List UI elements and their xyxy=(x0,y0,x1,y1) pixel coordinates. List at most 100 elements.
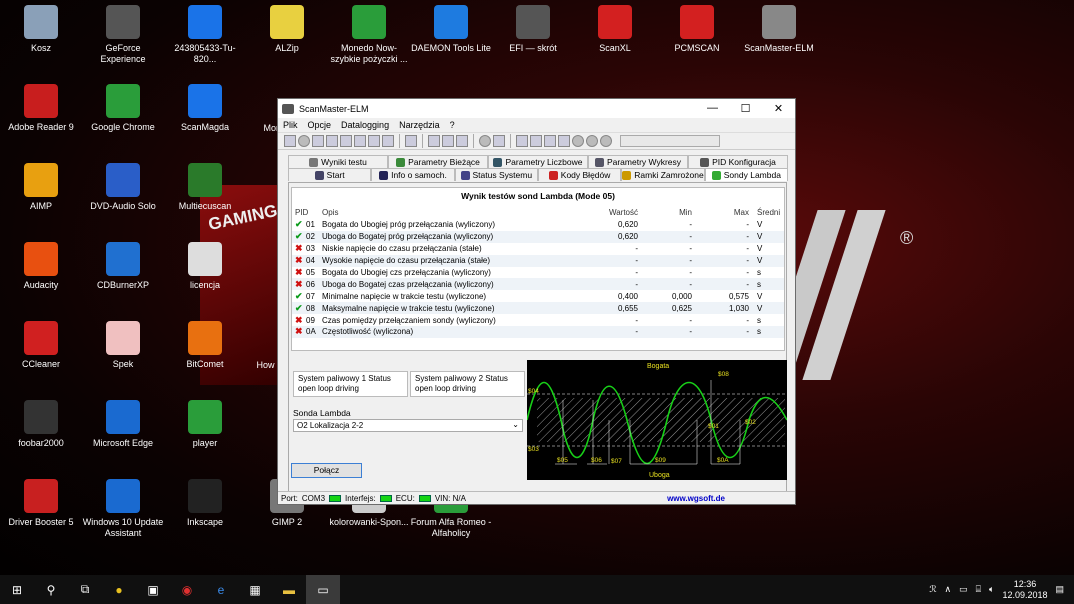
website-link[interactable]: www.wgsoft.de xyxy=(667,494,725,503)
network-icon[interactable]: ⌸ xyxy=(976,584,981,595)
desktop-icon[interactable]: Kosz xyxy=(0,5,82,54)
maximize-button[interactable]: ☐ xyxy=(729,102,762,115)
tool-grid-icon[interactable] xyxy=(326,135,338,147)
chevron-up-icon[interactable]: ∧ xyxy=(945,584,952,595)
taskbar-calculator-icon[interactable]: ▦ xyxy=(238,575,272,604)
header-pid[interactable]: PID xyxy=(292,208,321,217)
clock[interactable]: 12:36 12.09.2018 xyxy=(1002,579,1047,601)
desktop-icon[interactable]: BitComet xyxy=(164,321,246,370)
tab-status-systemu[interactable]: Status Systemu xyxy=(454,168,538,181)
desktop-icon[interactable]: AIMP xyxy=(0,163,82,212)
desktop-icon[interactable]: licencja xyxy=(164,242,246,291)
tab-parametry-bieżące[interactable]: Parametry Bieżące xyxy=(388,155,488,168)
desktop-icon[interactable]: Microsoft Edge xyxy=(82,400,164,449)
tool-copy-icon[interactable] xyxy=(405,135,417,147)
taskbar-msi-icon[interactable]: ◉ xyxy=(170,575,204,604)
tab-wyniki-testu[interactable]: Wyniki testu xyxy=(288,155,388,168)
tool-chart-icon[interactable] xyxy=(354,135,366,147)
desktop-icon[interactable]: Spek xyxy=(82,321,164,370)
taskbar-edge-icon[interactable]: e xyxy=(204,575,238,604)
desktop-icon[interactable]: Audacity xyxy=(0,242,82,291)
desktop-icon[interactable]: Inkscape xyxy=(164,479,246,528)
tool-print-icon[interactable] xyxy=(530,135,542,147)
desktop-icon[interactable]: Driver Booster 5 xyxy=(0,479,82,528)
tool-connect-icon[interactable] xyxy=(284,135,296,147)
window-titlebar[interactable]: ScanMaster-ELM — ☐ ✕ xyxy=(278,99,795,118)
tool-person-icon[interactable] xyxy=(368,135,380,147)
battery-icon[interactable]: ▭ xyxy=(959,584,968,595)
header-wartosc[interactable]: Wartość xyxy=(584,208,638,217)
tool-play-icon[interactable] xyxy=(600,135,612,147)
close-button[interactable]: ✕ xyxy=(762,102,795,115)
volume-icon[interactable]: 🔈︎ xyxy=(989,584,994,595)
notifications-icon[interactable]: ▤ xyxy=(1055,584,1064,595)
table-row[interactable]: ✖ 09 Czas pomiędzy przełączaniem sondy (w… xyxy=(292,314,784,326)
taskbar-scanmaster-icon[interactable]: ▭ xyxy=(306,575,340,604)
tool-page-icon[interactable] xyxy=(312,135,324,147)
tool-comment-icon[interactable] xyxy=(428,135,440,147)
connect-button[interactable]: Połącz xyxy=(291,463,362,478)
table-row[interactable]: ✖ 03 Niskie napięcie do czasu przełączani… xyxy=(292,243,784,255)
desktop-icon[interactable]: ScanXL xyxy=(574,5,656,54)
table-row[interactable]: ✔ 08 Maksymalne napięcie w trakcie testu … xyxy=(292,302,784,315)
pen-icon[interactable]: ℛ xyxy=(929,584,936,595)
menu-help[interactable]: ? xyxy=(450,120,455,130)
tab-start[interactable]: Start xyxy=(288,168,372,181)
desktop-icon[interactable]: DVD-Audio Solo xyxy=(82,163,164,212)
desktop-icon[interactable]: Windows 10 Update Assistant xyxy=(82,479,164,539)
table-row[interactable]: ✖ 05 Bogata do Ubogiej czs przełączania (… xyxy=(292,267,784,279)
desktop-icon[interactable]: player xyxy=(164,400,246,449)
menu-plik[interactable]: Plik xyxy=(283,120,298,130)
desktop-icon[interactable]: CDBurnerXP xyxy=(82,242,164,291)
tool-monitor-icon[interactable] xyxy=(442,135,454,147)
tool-table-icon[interactable] xyxy=(340,135,352,147)
table-row[interactable]: ✔ 07 Minimalne napięcie w trakcie testu (… xyxy=(292,290,784,302)
desktop-icon[interactable]: Multiecuscan xyxy=(164,163,246,212)
table-row[interactable]: ✖ 0A Częstotliwość (wyliczona) - - - s xyxy=(292,326,784,338)
start-button[interactable]: ⊞ xyxy=(0,575,34,604)
header-opis[interactable]: Opis xyxy=(321,208,584,217)
tool-info-icon[interactable] xyxy=(479,135,491,147)
desktop-icon[interactable]: ALZip xyxy=(246,5,328,54)
menu-narzedzia[interactable]: Narzędzia xyxy=(399,120,440,130)
tab-ramki-zamrożone[interactable]: Ramki Zamrożone xyxy=(621,168,705,181)
desktop-icon[interactable]: 243805433-Tu-820... xyxy=(164,5,246,65)
taskbar-store-icon[interactable]: ▣ xyxy=(136,575,170,604)
tool-printer-icon[interactable] xyxy=(558,135,570,147)
tool-new-icon[interactable] xyxy=(516,135,528,147)
desktop-icon[interactable]: ScanMagda xyxy=(164,84,246,133)
task-view-icon[interactable]: ⧉ xyxy=(68,575,102,604)
minimize-button[interactable]: — xyxy=(696,102,729,115)
table-row[interactable]: ✖ 04 Wysokie napięcie do czasu przełączan… xyxy=(292,254,784,267)
tool-list-icon[interactable] xyxy=(456,135,468,147)
menu-datalogging[interactable]: Datalogging xyxy=(341,120,389,130)
tab-parametry-wykresy[interactable]: Parametry Wykresy xyxy=(588,155,688,168)
desktop-icon[interactable]: EFI — skrót xyxy=(492,5,574,54)
tab-pid-konfiguracja[interactable]: PID Konfiguracja xyxy=(688,155,788,168)
tool-battery-icon[interactable] xyxy=(382,135,394,147)
tab-info-o-samoch-[interactable]: Info o samoch. xyxy=(371,168,455,181)
desktop-icon[interactable]: CCleaner xyxy=(0,321,82,370)
tool-globe-icon[interactable] xyxy=(298,135,310,147)
desktop-icon[interactable]: PCMSCAN xyxy=(656,5,738,54)
table-row[interactable]: ✖ 06 Uboga do Bogatej czas przełączania (… xyxy=(292,278,784,291)
desktop-icon[interactable]: GeForce Experience xyxy=(82,5,164,65)
table-row[interactable]: ✔ 01 Bogata do Ubogiej próg przełączania … xyxy=(292,219,784,231)
taskbar-chrome-icon[interactable]: ● xyxy=(102,575,136,604)
search-icon[interactable]: ⚲ xyxy=(34,575,68,604)
desktop-icon[interactable]: Adobe Reader 9 xyxy=(0,84,82,133)
tool-save-icon[interactable] xyxy=(544,135,556,147)
header-srednia[interactable]: Średni xyxy=(749,208,781,217)
desktop-icon[interactable]: ScanMaster-ELM xyxy=(738,5,820,54)
taskbar-explorer-icon[interactable]: ▬ xyxy=(272,575,306,604)
desktop-icon[interactable]: Monedo Now- szybkie pożyczki ... xyxy=(328,5,410,65)
header-min[interactable]: Min xyxy=(638,208,692,217)
sonda-select[interactable]: O2 Lokalizacja 2-2 ⌄ xyxy=(293,419,523,432)
header-max[interactable]: Max xyxy=(692,208,749,217)
desktop-icon[interactable]: foobar2000 xyxy=(0,400,82,449)
tab-kody-błędów[interactable]: Kody Błędów xyxy=(537,168,622,181)
tab-sondy-lambda[interactable]: Sondy Lambda xyxy=(704,168,788,181)
tool-stop-icon[interactable] xyxy=(586,135,598,147)
tool-book-icon[interactable] xyxy=(493,135,505,147)
desktop-icon[interactable]: Google Chrome xyxy=(82,84,164,133)
